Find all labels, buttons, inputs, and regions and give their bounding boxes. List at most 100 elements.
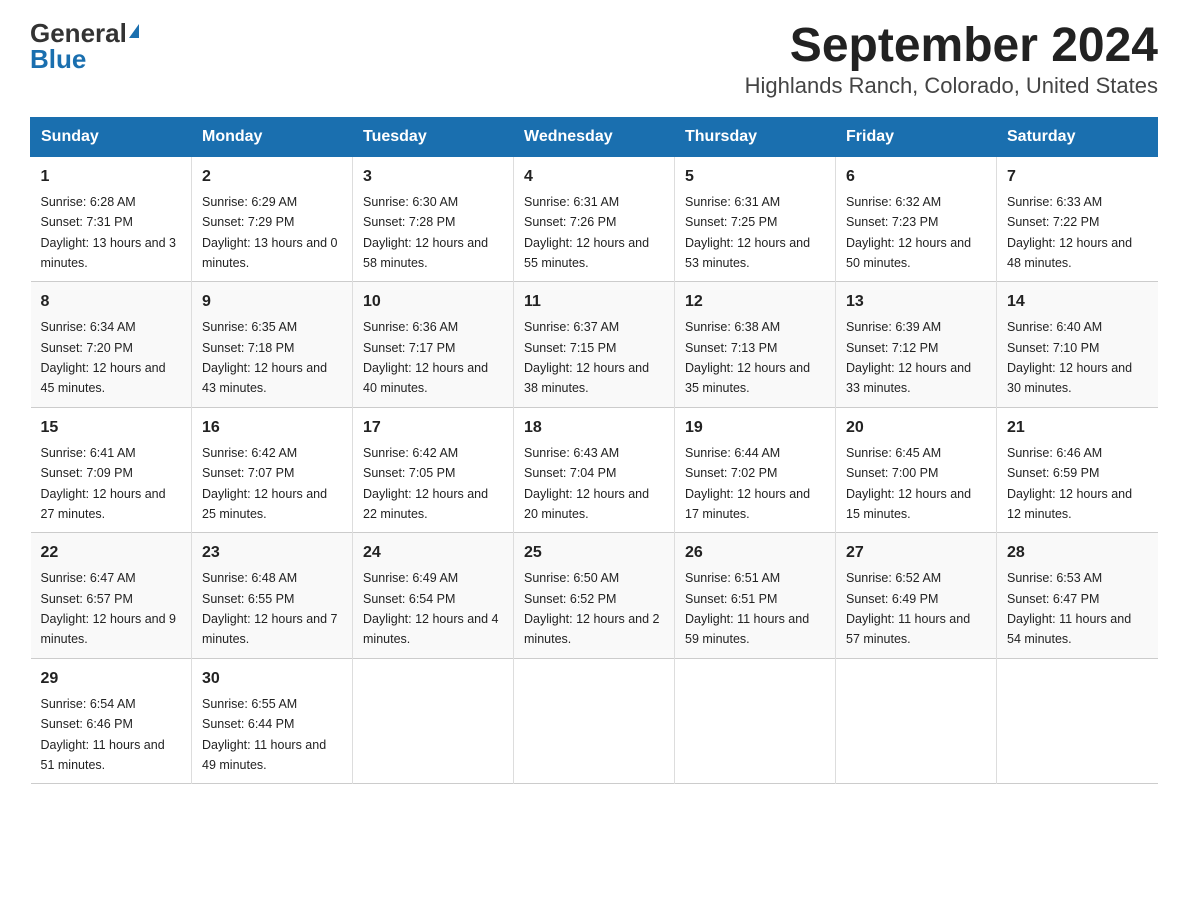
day-number: 26 bbox=[685, 541, 825, 565]
day-number: 25 bbox=[524, 541, 664, 565]
day-info: Sunrise: 6:32 AMSunset: 7:23 PMDaylight:… bbox=[846, 195, 971, 270]
day-info: Sunrise: 6:52 AMSunset: 6:49 PMDaylight:… bbox=[846, 571, 970, 646]
calendar-cell: 9 Sunrise: 6:35 AMSunset: 7:18 PMDayligh… bbox=[192, 282, 353, 408]
col-header-wednesday: Wednesday bbox=[514, 117, 675, 156]
day-number: 3 bbox=[363, 165, 503, 189]
calendar-cell: 23 Sunrise: 6:48 AMSunset: 6:55 PMDaylig… bbox=[192, 533, 353, 659]
calendar-cell: 1 Sunrise: 6:28 AMSunset: 7:31 PMDayligh… bbox=[31, 156, 192, 282]
day-number: 18 bbox=[524, 416, 664, 440]
day-info: Sunrise: 6:31 AMSunset: 7:26 PMDaylight:… bbox=[524, 195, 649, 270]
day-number: 30 bbox=[202, 667, 342, 691]
col-header-monday: Monday bbox=[192, 117, 353, 156]
day-number: 21 bbox=[1007, 416, 1148, 440]
day-number: 23 bbox=[202, 541, 342, 565]
day-info: Sunrise: 6:30 AMSunset: 7:28 PMDaylight:… bbox=[363, 195, 488, 270]
day-info: Sunrise: 6:42 AMSunset: 7:07 PMDaylight:… bbox=[202, 446, 327, 521]
calendar-cell: 15 Sunrise: 6:41 AMSunset: 7:09 PMDaylig… bbox=[31, 407, 192, 533]
calendar-table: SundayMondayTuesdayWednesdayThursdayFrid… bbox=[30, 117, 1158, 785]
logo-blue: Blue bbox=[30, 46, 86, 72]
day-info: Sunrise: 6:35 AMSunset: 7:18 PMDaylight:… bbox=[202, 320, 327, 395]
calendar-cell: 27 Sunrise: 6:52 AMSunset: 6:49 PMDaylig… bbox=[836, 533, 997, 659]
day-number: 1 bbox=[41, 165, 182, 189]
logo-triangle-icon bbox=[129, 24, 139, 38]
calendar-cell: 26 Sunrise: 6:51 AMSunset: 6:51 PMDaylig… bbox=[675, 533, 836, 659]
calendar-header-row: SundayMondayTuesdayWednesdayThursdayFrid… bbox=[31, 117, 1158, 156]
calendar-cell bbox=[514, 658, 675, 784]
col-header-friday: Friday bbox=[836, 117, 997, 156]
day-number: 5 bbox=[685, 165, 825, 189]
day-number: 17 bbox=[363, 416, 503, 440]
calendar-cell bbox=[997, 658, 1158, 784]
day-info: Sunrise: 6:29 AMSunset: 7:29 PMDaylight:… bbox=[202, 195, 338, 270]
day-info: Sunrise: 6:49 AMSunset: 6:54 PMDaylight:… bbox=[363, 571, 499, 646]
day-info: Sunrise: 6:38 AMSunset: 7:13 PMDaylight:… bbox=[685, 320, 810, 395]
day-info: Sunrise: 6:34 AMSunset: 7:20 PMDaylight:… bbox=[41, 320, 166, 395]
day-info: Sunrise: 6:48 AMSunset: 6:55 PMDaylight:… bbox=[202, 571, 338, 646]
calendar-cell: 11 Sunrise: 6:37 AMSunset: 7:15 PMDaylig… bbox=[514, 282, 675, 408]
day-number: 19 bbox=[685, 416, 825, 440]
calendar-cell: 30 Sunrise: 6:55 AMSunset: 6:44 PMDaylig… bbox=[192, 658, 353, 784]
day-number: 8 bbox=[41, 290, 182, 314]
calendar-cell: 17 Sunrise: 6:42 AMSunset: 7:05 PMDaylig… bbox=[353, 407, 514, 533]
calendar-cell: 4 Sunrise: 6:31 AMSunset: 7:26 PMDayligh… bbox=[514, 156, 675, 282]
calendar-cell: 3 Sunrise: 6:30 AMSunset: 7:28 PMDayligh… bbox=[353, 156, 514, 282]
day-number: 15 bbox=[41, 416, 182, 440]
day-info: Sunrise: 6:41 AMSunset: 7:09 PMDaylight:… bbox=[41, 446, 166, 521]
page-subtitle: Highlands Ranch, Colorado, United States bbox=[745, 73, 1158, 99]
calendar-cell: 18 Sunrise: 6:43 AMSunset: 7:04 PMDaylig… bbox=[514, 407, 675, 533]
calendar-week-row: 8 Sunrise: 6:34 AMSunset: 7:20 PMDayligh… bbox=[31, 282, 1158, 408]
day-info: Sunrise: 6:43 AMSunset: 7:04 PMDaylight:… bbox=[524, 446, 649, 521]
day-info: Sunrise: 6:28 AMSunset: 7:31 PMDaylight:… bbox=[41, 195, 177, 270]
calendar-cell: 19 Sunrise: 6:44 AMSunset: 7:02 PMDaylig… bbox=[675, 407, 836, 533]
day-info: Sunrise: 6:53 AMSunset: 6:47 PMDaylight:… bbox=[1007, 571, 1131, 646]
day-info: Sunrise: 6:46 AMSunset: 6:59 PMDaylight:… bbox=[1007, 446, 1132, 521]
day-number: 4 bbox=[524, 165, 664, 189]
day-number: 14 bbox=[1007, 290, 1148, 314]
day-info: Sunrise: 6:47 AMSunset: 6:57 PMDaylight:… bbox=[41, 571, 177, 646]
calendar-week-row: 22 Sunrise: 6:47 AMSunset: 6:57 PMDaylig… bbox=[31, 533, 1158, 659]
calendar-cell: 28 Sunrise: 6:53 AMSunset: 6:47 PMDaylig… bbox=[997, 533, 1158, 659]
calendar-cell: 16 Sunrise: 6:42 AMSunset: 7:07 PMDaylig… bbox=[192, 407, 353, 533]
calendar-cell bbox=[836, 658, 997, 784]
col-header-sunday: Sunday bbox=[31, 117, 192, 156]
day-info: Sunrise: 6:40 AMSunset: 7:10 PMDaylight:… bbox=[1007, 320, 1132, 395]
day-info: Sunrise: 6:44 AMSunset: 7:02 PMDaylight:… bbox=[685, 446, 810, 521]
calendar-cell: 24 Sunrise: 6:49 AMSunset: 6:54 PMDaylig… bbox=[353, 533, 514, 659]
calendar-cell: 20 Sunrise: 6:45 AMSunset: 7:00 PMDaylig… bbox=[836, 407, 997, 533]
page-title: September 2024 bbox=[745, 20, 1158, 73]
col-header-saturday: Saturday bbox=[997, 117, 1158, 156]
calendar-cell: 2 Sunrise: 6:29 AMSunset: 7:29 PMDayligh… bbox=[192, 156, 353, 282]
day-info: Sunrise: 6:31 AMSunset: 7:25 PMDaylight:… bbox=[685, 195, 810, 270]
calendar-week-row: 1 Sunrise: 6:28 AMSunset: 7:31 PMDayligh… bbox=[31, 156, 1158, 282]
calendar-cell: 12 Sunrise: 6:38 AMSunset: 7:13 PMDaylig… bbox=[675, 282, 836, 408]
title-area: September 2024 Highlands Ranch, Colorado… bbox=[745, 20, 1158, 99]
day-number: 24 bbox=[363, 541, 503, 565]
calendar-cell: 29 Sunrise: 6:54 AMSunset: 6:46 PMDaylig… bbox=[31, 658, 192, 784]
day-number: 27 bbox=[846, 541, 986, 565]
day-info: Sunrise: 6:33 AMSunset: 7:22 PMDaylight:… bbox=[1007, 195, 1132, 270]
calendar-cell bbox=[353, 658, 514, 784]
day-info: Sunrise: 6:36 AMSunset: 7:17 PMDaylight:… bbox=[363, 320, 488, 395]
day-number: 6 bbox=[846, 165, 986, 189]
day-number: 20 bbox=[846, 416, 986, 440]
calendar-cell: 25 Sunrise: 6:50 AMSunset: 6:52 PMDaylig… bbox=[514, 533, 675, 659]
day-number: 11 bbox=[524, 290, 664, 314]
calendar-cell: 13 Sunrise: 6:39 AMSunset: 7:12 PMDaylig… bbox=[836, 282, 997, 408]
day-info: Sunrise: 6:39 AMSunset: 7:12 PMDaylight:… bbox=[846, 320, 971, 395]
calendar-cell: 21 Sunrise: 6:46 AMSunset: 6:59 PMDaylig… bbox=[997, 407, 1158, 533]
day-info: Sunrise: 6:54 AMSunset: 6:46 PMDaylight:… bbox=[41, 697, 165, 772]
day-info: Sunrise: 6:37 AMSunset: 7:15 PMDaylight:… bbox=[524, 320, 649, 395]
col-header-tuesday: Tuesday bbox=[353, 117, 514, 156]
page-header: General Blue September 2024 Highlands Ra… bbox=[30, 20, 1158, 99]
day-info: Sunrise: 6:55 AMSunset: 6:44 PMDaylight:… bbox=[202, 697, 326, 772]
day-info: Sunrise: 6:50 AMSunset: 6:52 PMDaylight:… bbox=[524, 571, 660, 646]
day-number: 2 bbox=[202, 165, 342, 189]
day-number: 22 bbox=[41, 541, 182, 565]
calendar-cell bbox=[675, 658, 836, 784]
day-info: Sunrise: 6:42 AMSunset: 7:05 PMDaylight:… bbox=[363, 446, 488, 521]
day-info: Sunrise: 6:51 AMSunset: 6:51 PMDaylight:… bbox=[685, 571, 809, 646]
calendar-cell: 22 Sunrise: 6:47 AMSunset: 6:57 PMDaylig… bbox=[31, 533, 192, 659]
day-info: Sunrise: 6:45 AMSunset: 7:00 PMDaylight:… bbox=[846, 446, 971, 521]
calendar-cell: 14 Sunrise: 6:40 AMSunset: 7:10 PMDaylig… bbox=[997, 282, 1158, 408]
calendar-week-row: 29 Sunrise: 6:54 AMSunset: 6:46 PMDaylig… bbox=[31, 658, 1158, 784]
